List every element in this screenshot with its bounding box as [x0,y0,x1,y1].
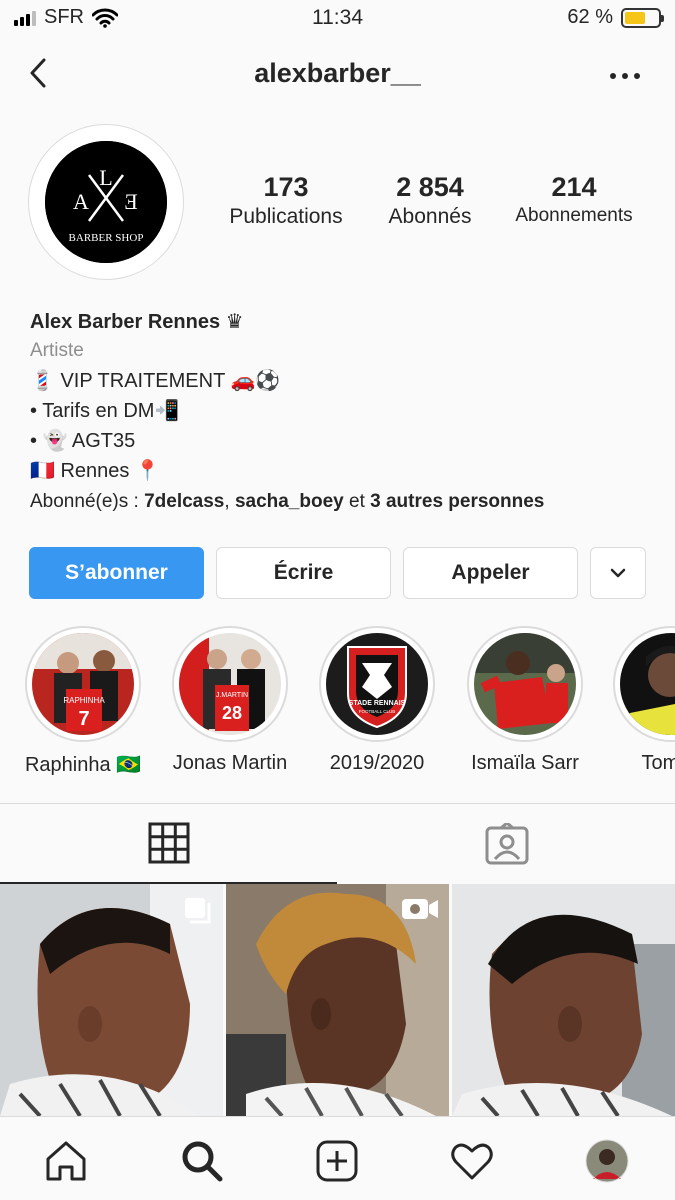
ellipsis-icon [610,73,640,79]
stat-value: 2 854 [396,172,464,202]
heart-icon [451,1143,493,1180]
highlight-cover: RAPHINHA 7 [32,633,134,735]
separator: , [224,491,235,512]
back-button[interactable] [20,54,60,94]
logo-letter-e: E [124,189,137,214]
status-bar: SFR 11:34 62 % [0,0,675,36]
carousel-icon [183,896,213,931]
profile-header: alexbarber__ [0,44,675,108]
profile-tabs [0,803,675,884]
highlight-2019-2020[interactable]: STADE RENNAIS FOOTBALL CLUB 2019/2020 [312,626,442,775]
posts-grid [0,884,675,1116]
followed-by[interactable]: Abonné(e)s : 7delcass, sacha_boey et 3 a… [30,486,660,518]
nav-search[interactable] [178,1137,226,1185]
others-link[interactable]: 3 autres personnes [370,491,544,512]
followed-by-prefix: Abonné(e)s : [30,491,145,512]
stat-publications[interactable]: 173 Publications [210,172,362,229]
suggestions-dropdown-button[interactable] [590,547,646,599]
chevron-down-icon [610,568,626,578]
tab-grid[interactable] [0,804,337,884]
logo-letter-a: A [73,189,89,214]
stat-following[interactable]: 214 Abonnements [506,172,642,227]
tagged-icon [485,823,528,865]
more-options-button[interactable] [605,62,645,90]
battery-percent: 62 % [567,6,613,28]
status-right: 62 % [567,6,664,29]
story-highlights: RAPHINHA 7 Raphinha 🇧🇷 J.MARTIN 28 Jonas… [0,626,675,786]
page-title: alexbarber__ [254,58,421,88]
highlight-ismaila-sarr[interactable]: Ismaïla Sarr [460,626,590,775]
stat-label: Abonnements [515,205,633,226]
highlight-label: Tomás [641,752,675,774]
profile-icon [585,1139,629,1183]
post-thumbnail[interactable] [0,884,223,1116]
highlight-label: 2019/2020 [329,752,425,774]
highlight-label: Jonas Martin [172,752,288,774]
grid-icon [148,822,189,864]
profile-name: Alex Barber Rennes ♛ [30,311,244,333]
highlight-label: Raphinha 🇧🇷 [24,754,142,776]
highlight-label: Ismaïla Sarr [471,752,579,774]
club-subtitle: FOOTBALL CLUB [359,709,396,714]
highlight-cover [620,633,675,735]
conjunction: et [343,491,371,512]
bio-line: 💈 VIP TRAITEMENT 🚗⚽ [30,370,281,392]
tab-tagged[interactable] [338,804,675,884]
jersey-name: RAPHINHA [63,696,105,705]
profile-avatar[interactable]: L A E BARBER SHOP [28,124,184,280]
highlight-tomas[interactable]: Tomás [606,626,675,775]
stat-label: Publications [229,205,343,228]
follower-link[interactable]: 7delcass [144,491,224,512]
battery-icon [621,7,664,28]
logo-letter-l: L [99,165,112,190]
highlight-cover: J.MARTIN 28 [179,633,281,735]
barber-shop-logo: L A E BARBER SHOP [45,141,167,263]
nav-profile[interactable] [583,1137,631,1185]
stat-value: 173 [263,172,309,202]
follower-link[interactable]: sacha_boey [235,491,344,512]
bio-line: • 👻 AGT35 [30,430,136,452]
nav-new-post[interactable] [313,1137,361,1185]
follow-button[interactable]: S’abonner [29,547,204,599]
highlight-cover: STADE RENNAIS FOOTBALL CLUB [326,633,428,735]
jersey-name: J.MARTIN [216,692,248,699]
profile-stats: 173 Publications 2 854 Abonnés 214 Abonn… [210,172,670,242]
nav-activity[interactable] [448,1137,496,1185]
logo-caption: BARBER SHOP [69,232,144,244]
jersey-number: 7 [78,708,89,730]
video-icon [401,896,439,927]
highlight-cover [474,633,576,735]
bio-line: • Tarifs en DM📲 [30,400,180,422]
bio-line: 🇫🇷 Rennes 📍 [30,460,160,482]
add-post-icon [316,1140,358,1182]
post-thumbnail[interactable] [452,884,675,1116]
stat-label: Abonnés [388,205,472,228]
stat-value: 214 [551,172,597,202]
bottom-navigation [0,1116,675,1200]
profile-bio: Alex Barber Rennes ♛ Artiste 💈 VIP TRAIT… [30,308,660,518]
chevron-left-icon [30,58,46,88]
call-button[interactable]: Appeler [403,547,578,599]
highlight-jonas-martin[interactable]: J.MARTIN 28 Jonas Martin [165,626,295,775]
club-name: STADE RENNAIS [349,700,406,707]
post-thumbnail[interactable] [226,884,449,1116]
highlight-raphinha[interactable]: RAPHINHA 7 Raphinha 🇧🇷 [18,626,148,777]
nav-home[interactable] [42,1137,90,1185]
home-icon [46,1141,86,1181]
message-button[interactable]: Écrire [216,547,391,599]
profile-category: Artiste [30,340,84,361]
stat-followers[interactable]: 2 854 Abonnés [374,172,486,229]
search-icon [182,1141,223,1182]
jersey-number: 28 [222,703,242,723]
